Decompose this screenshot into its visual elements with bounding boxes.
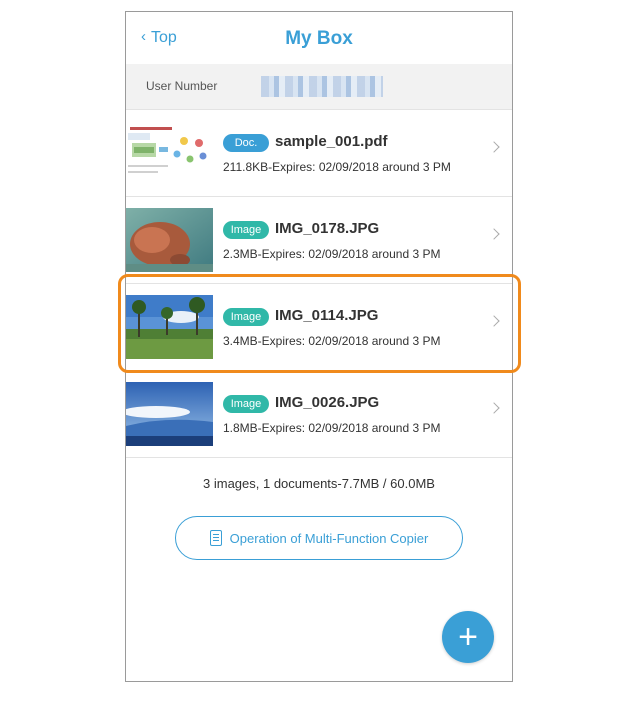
file-thumbnail	[126, 382, 213, 446]
chevron-right-icon	[488, 228, 500, 240]
chevron-right-icon	[488, 315, 500, 327]
file-list: Doc. sample_001.pdf 211.8KB-Expires: 02/…	[126, 109, 512, 458]
plus-icon: +	[458, 618, 478, 656]
app-screen: ‹ Top My Box User Number Doc. sample_001…	[125, 11, 513, 682]
user-number-row: User Number	[126, 64, 512, 109]
user-number-value-blurred	[261, 76, 383, 97]
file-thumbnail	[126, 295, 213, 359]
file-meta: 3.4MB-Expires: 02/09/2018 around 3 PM	[223, 334, 441, 348]
copier-icon	[209, 530, 222, 546]
file-name: sample_001.pdf	[275, 133, 388, 150]
add-file-button[interactable]: +	[442, 611, 494, 663]
navigation-bar: ‹ Top My Box	[126, 12, 512, 64]
document-type-badge: Doc.	[223, 134, 269, 152]
file-meta: 2.3MB-Expires: 02/09/2018 around 3 PM	[223, 247, 441, 261]
user-number-label: User Number	[146, 79, 218, 93]
file-name: IMG_0114.JPG	[275, 307, 379, 324]
chevron-right-icon	[488, 402, 500, 414]
file-thumbnail	[126, 121, 213, 185]
file-meta: 211.8KB-Expires: 02/09/2018 around 3 PM	[223, 160, 451, 174]
file-thumbnail	[126, 208, 213, 272]
image-type-badge: Image	[223, 395, 269, 413]
file-item-img-0114[interactable]: Image IMG_0114.JPG 3.4MB-Expires: 02/09/…	[126, 284, 512, 371]
file-name: IMG_0026.JPG	[275, 394, 380, 411]
chevron-right-icon	[488, 141, 500, 153]
operation-of-copier-button[interactable]: Operation of Multi-Function Copier	[175, 516, 463, 560]
operation-button-label: Operation of Multi-Function Copier	[229, 530, 429, 546]
page-title: My Box	[285, 28, 353, 49]
file-item-img-0026[interactable]: Image IMG_0026.JPG 1.8MB-Expires: 02/09/…	[126, 371, 512, 458]
image-type-badge: Image	[223, 221, 269, 239]
storage-summary: 3 images, 1 documents-7.7MB / 60.0MB	[203, 476, 435, 491]
image-type-badge: Image	[223, 308, 269, 326]
file-name: IMG_0178.JPG	[275, 220, 380, 237]
file-item-sample-001-pdf[interactable]: Doc. sample_001.pdf 211.8KB-Expires: 02/…	[126, 109, 512, 197]
file-item-img-0178[interactable]: Image IMG_0178.JPG 2.3MB-Expires: 02/09/…	[126, 197, 512, 284]
file-meta: 1.8MB-Expires: 02/09/2018 around 3 PM	[223, 421, 441, 435]
